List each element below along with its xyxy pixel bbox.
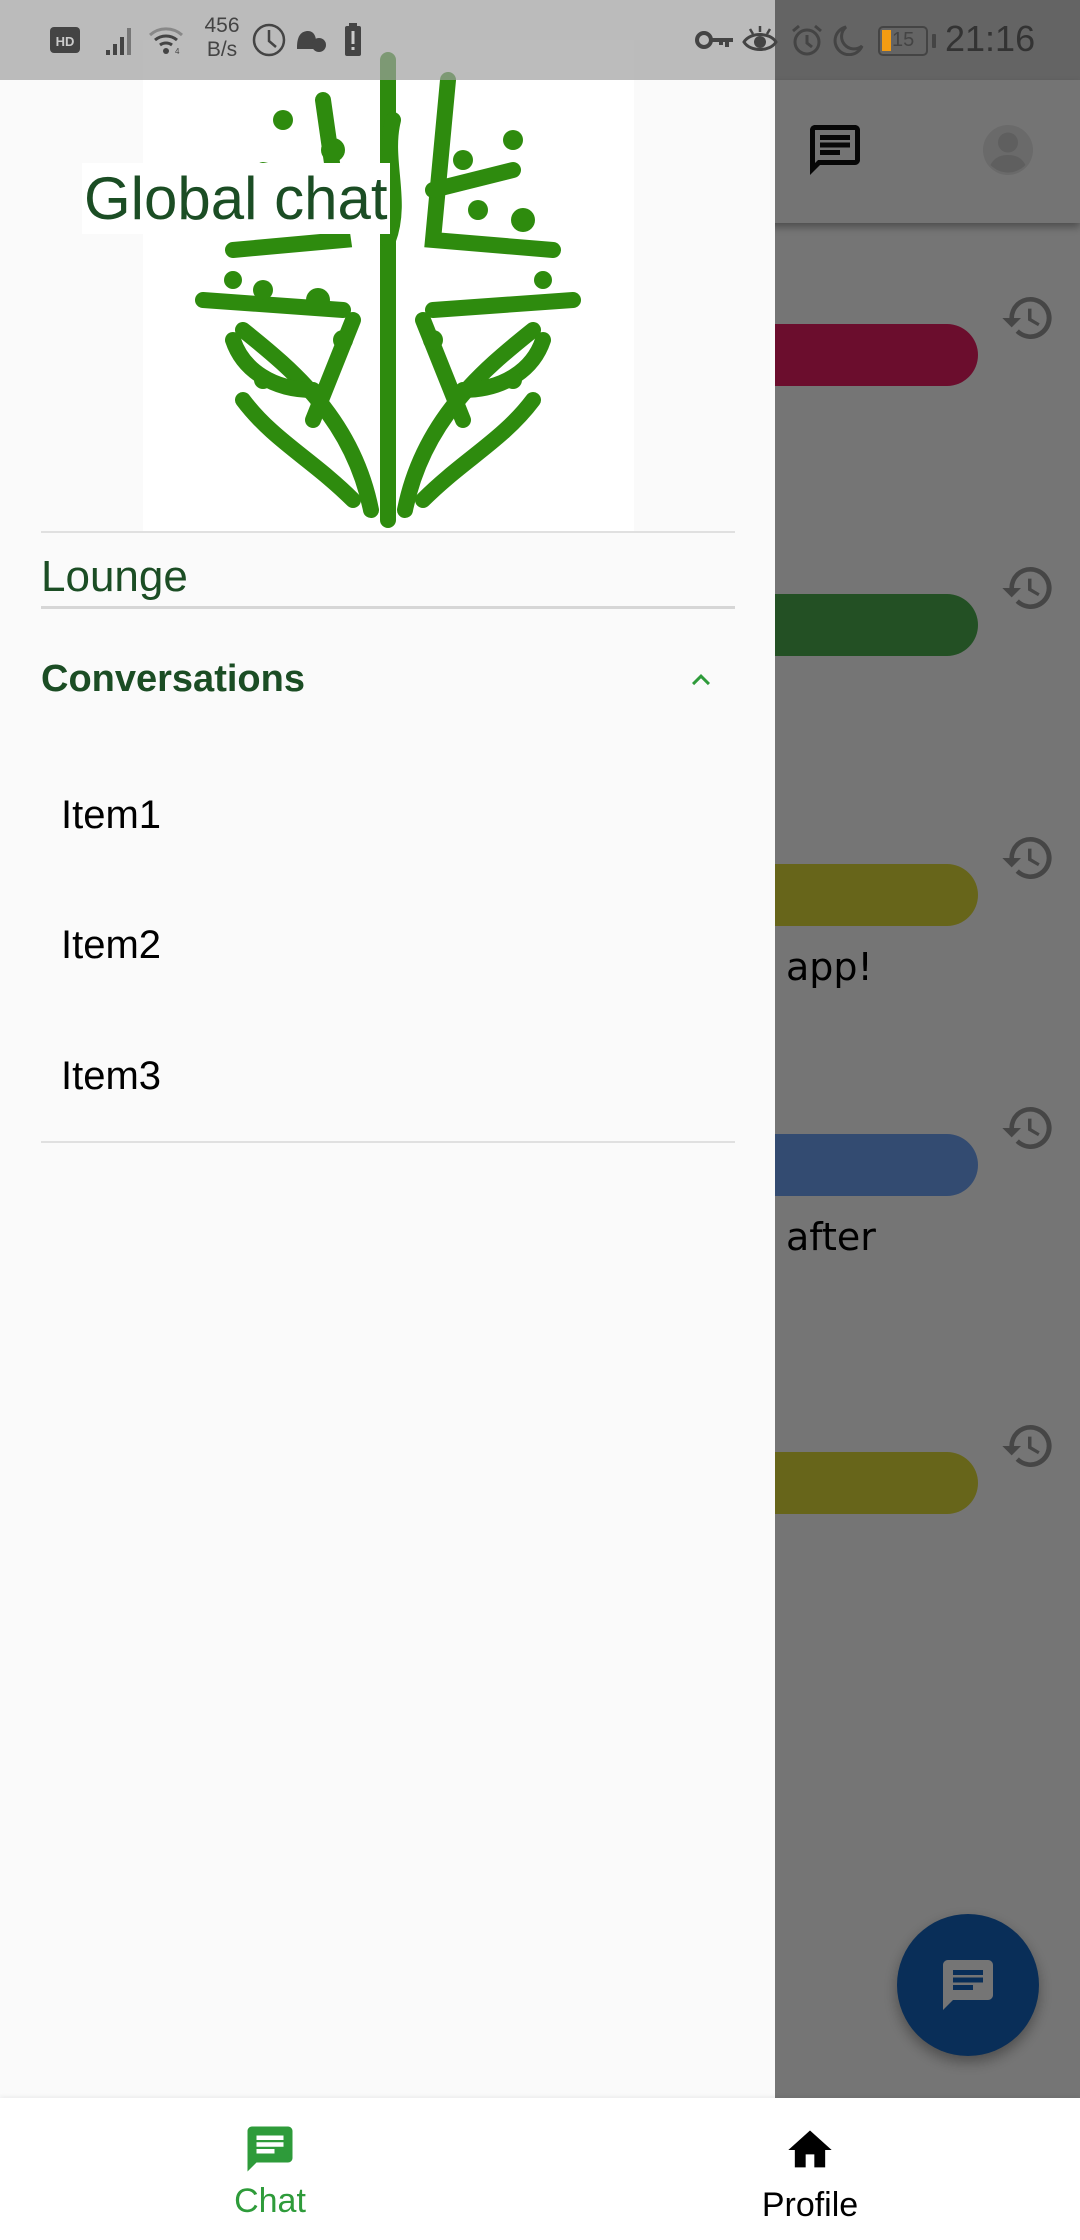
nav-label-chat: Chat — [234, 2182, 306, 2220]
moon-icon — [832, 22, 864, 58]
battery-level: 15 — [892, 29, 915, 51]
nav-tab-profile[interactable]: Profile — [540, 2098, 1080, 2240]
hd-icon: HD — [50, 22, 80, 58]
conversation-item[interactable]: Item2 — [41, 885, 735, 1005]
wifi-icon: 4 — [148, 22, 186, 58]
lounge-label: Lounge — [41, 552, 188, 601]
chat-icon — [243, 2122, 297, 2181]
divider — [41, 1141, 735, 1143]
conversation-item-label: Item3 — [61, 1054, 162, 1098]
eye-icon — [742, 22, 778, 58]
nav-tab-chat[interactable]: Chat — [0, 2098, 540, 2240]
battery-alert-icon — [344, 22, 362, 58]
clock-time: 21:16 — [945, 18, 1036, 59]
alarm-icon — [790, 22, 824, 58]
home-icon — [784, 2124, 836, 2181]
tree-of-people-logo-icon — [195, 52, 581, 528]
conversation-item[interactable]: Item3 — [41, 1016, 735, 1136]
signal-icon — [104, 22, 136, 58]
conversation-item-label: Item1 — [61, 793, 162, 837]
conversations-expander[interactable]: Conversations — [41, 640, 735, 720]
bottom-navigation: Chat Profile — [0, 2098, 1080, 2240]
divider — [41, 606, 735, 609]
key-icon — [695, 22, 735, 58]
nav-label-profile: Profile — [761, 2186, 859, 2224]
divider — [41, 531, 735, 533]
drawer-title: Global chat — [82, 163, 390, 234]
svg-text:4: 4 — [175, 47, 180, 56]
lounge-item[interactable]: Lounge — [41, 548, 735, 609]
tree-logo — [143, 40, 634, 533]
conversations-label: Conversations — [41, 658, 305, 700]
incognito-icon — [294, 22, 328, 58]
conversation-item-label: Item2 — [61, 923, 162, 967]
clock-icon — [252, 22, 286, 58]
battery-icon: 15 — [878, 26, 928, 56]
conversation-item[interactable]: Item1 — [41, 755, 735, 875]
chevron-up-icon[interactable] — [681, 662, 721, 698]
network-speed: 456 B/s — [204, 14, 240, 61]
status-bar: HD 4 456 B/s 15 21:16 — [0, 0, 1080, 80]
svg-text:HD: HD — [56, 34, 75, 49]
navigation-drawer: Global chat Lounge Conversations Item1 I… — [0, 0, 775, 2098]
